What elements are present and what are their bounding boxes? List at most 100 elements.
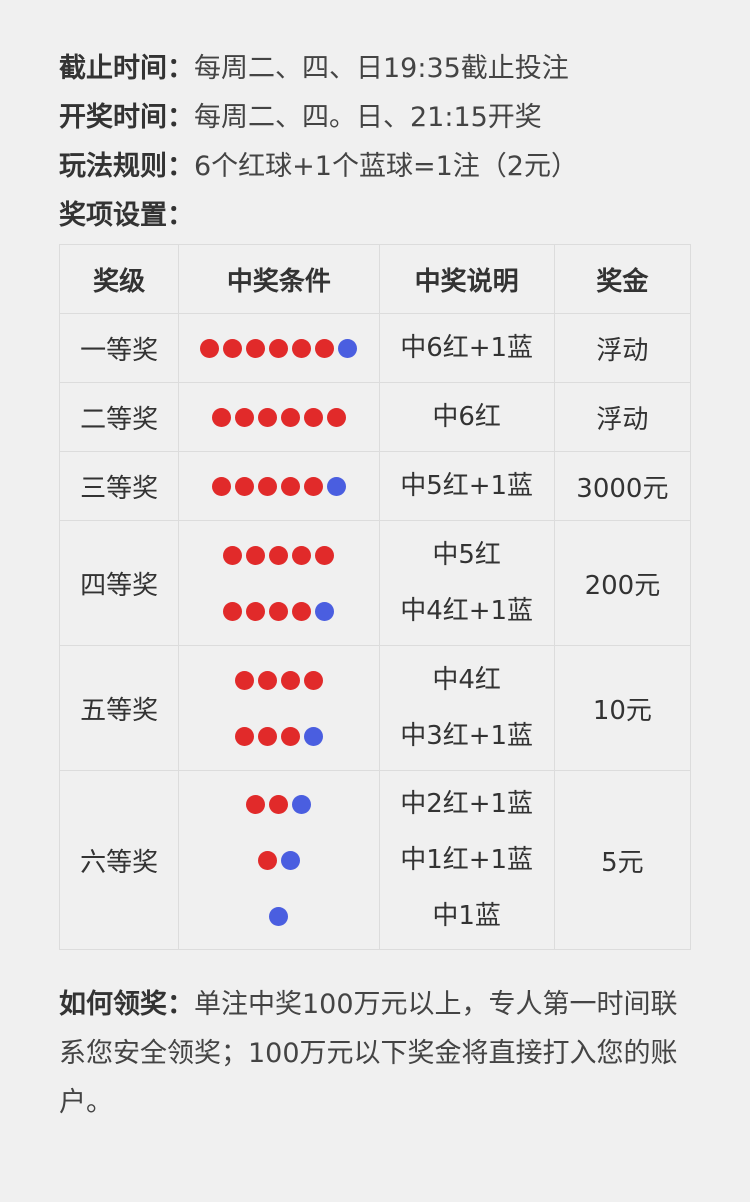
red-ball <box>269 601 289 621</box>
red-ball <box>246 794 266 814</box>
rules-value: 6个红球+1个蓝球=1注（2元） <box>194 151 578 182</box>
red-ball <box>280 407 300 427</box>
red-ball <box>292 601 312 621</box>
page-content: 截止时间：每周二、四、日19:35截止投注 开奖时间：每周二、四。日、21:15… <box>0 0 750 1127</box>
red-ball <box>211 407 231 427</box>
red-ball <box>246 338 266 358</box>
header-description: 中奖说明 <box>378 244 555 314</box>
red-ball <box>257 850 277 870</box>
prize-description: 中5红中4红+1蓝 <box>378 520 555 646</box>
prize-amount: 10元 <box>553 645 692 771</box>
ball-combination <box>179 389 378 445</box>
ball-combination <box>179 652 378 708</box>
red-ball <box>246 545 266 565</box>
red-ball <box>234 407 254 427</box>
prize-amount: 5元 <box>553 770 692 950</box>
prize-row: 四等奖 中5红 中4红+1蓝 200元 <box>58 520 692 646</box>
draw-time-line: 开奖时间：每周二、四。日、21:15开奖 <box>59 93 750 142</box>
prize-description-line: 中2红+1蓝 <box>400 789 534 819</box>
deadline-label: 截止时间： <box>59 53 194 84</box>
ball-combination <box>179 583 378 639</box>
blue-ball <box>338 338 358 358</box>
header-level: 奖级 <box>58 244 180 314</box>
blue-ball <box>269 906 289 926</box>
claim-label: 如何领奖： <box>59 989 194 1020</box>
red-ball <box>303 670 323 690</box>
red-ball <box>315 338 335 358</box>
ball-combination <box>179 527 378 583</box>
prize-description-line: 中4红 <box>432 665 501 695</box>
prize-table-body: 一等奖 中6红+1蓝 浮动 二等奖 中6红 浮动 三等奖 中5红+1蓝 3000元 四等奖 中5红中… <box>58 313 692 950</box>
header-prize: 奖金 <box>553 244 692 314</box>
prize-table-header-row: 奖级 中奖条件 中奖说明 奖金 <box>58 244 692 314</box>
prize-description-line: 中5红+1蓝 <box>400 471 534 501</box>
prize-row: 三等奖 中5红+1蓝 3000元 <box>58 451 692 521</box>
prize-level: 五等奖 <box>58 645 180 771</box>
red-ball <box>315 545 335 565</box>
deadline-line: 截止时间：每周二、四、日19:35截止投注 <box>59 44 750 93</box>
ball-combination <box>179 832 378 888</box>
red-ball <box>257 726 277 746</box>
prize-description-line: 中4红+1蓝 <box>400 596 534 626</box>
red-ball <box>257 670 277 690</box>
prize-description: 中4红中3红+1蓝 <box>378 645 555 771</box>
red-ball <box>257 407 277 427</box>
blue-ball <box>326 476 346 496</box>
ball-combination <box>179 888 378 944</box>
prizes-heading: 奖项设置： <box>59 200 194 231</box>
header-conditions: 中奖条件 <box>178 244 380 314</box>
prize-conditions <box>178 770 380 950</box>
red-ball <box>234 476 254 496</box>
draw-time-value: 每周二、四。日、21:15开奖 <box>194 102 542 133</box>
ball-combination <box>179 320 378 376</box>
prize-row: 二等奖 中6红 浮动 <box>58 382 692 452</box>
prize-level: 一等奖 <box>58 313 180 383</box>
prize-conditions <box>178 520 380 646</box>
prize-description-line: 中6红+1蓝 <box>400 333 534 363</box>
prize-amount: 浮动 <box>553 382 692 452</box>
prize-description: 中2红+1蓝 中1红+1蓝 中1蓝 <box>378 770 555 950</box>
red-ball <box>223 601 243 621</box>
prize-description-line: 中1蓝 <box>432 901 501 931</box>
prize-conditions <box>178 382 380 452</box>
red-ball <box>211 476 231 496</box>
prize-level: 四等奖 <box>58 520 180 646</box>
ball-combination <box>179 708 378 764</box>
red-ball <box>269 338 289 358</box>
deadline-value: 每周二、四、日19:35截止投注 <box>194 53 569 84</box>
prize-description: 中6红+1蓝 <box>378 313 555 383</box>
prize-description: 中5红+1蓝 <box>378 451 555 521</box>
red-ball <box>223 338 243 358</box>
claim-info: 如何领奖：单注中奖100万元以上，专人第一时间联系您安全领奖；100万元以下奖金… <box>59 980 679 1127</box>
prize-amount: 200元 <box>553 520 692 646</box>
prize-level: 六等奖 <box>58 770 180 950</box>
red-ball <box>223 545 243 565</box>
ball-combination <box>179 458 378 514</box>
red-ball <box>280 726 300 746</box>
prize-table: 奖级 中奖条件 中奖说明 奖金 一等奖 中6红+1蓝 浮动 二等奖 中6红 浮动 三等奖 中5… <box>58 244 692 950</box>
prize-amount: 浮动 <box>553 313 692 383</box>
prizes-heading-line: 奖项设置： <box>59 191 750 240</box>
red-ball <box>292 545 312 565</box>
red-ball <box>303 407 323 427</box>
prize-description-line: 中3红+1蓝 <box>400 721 534 751</box>
red-ball <box>280 476 300 496</box>
prize-conditions <box>178 645 380 771</box>
blue-ball <box>280 850 300 870</box>
prize-conditions <box>178 313 380 383</box>
prize-description-line: 中6红 <box>432 402 501 432</box>
blue-ball <box>292 794 312 814</box>
rules-line: 玩法规则：6个红球+1个蓝球=1注（2元） <box>59 142 750 191</box>
red-ball <box>269 545 289 565</box>
red-ball <box>326 407 346 427</box>
red-ball <box>246 601 266 621</box>
prize-row: 五等奖 中4红 中3红+1蓝 10元 <box>58 645 692 771</box>
rules-label: 玩法规则： <box>59 151 194 182</box>
red-ball <box>292 338 312 358</box>
prize-row: 六等奖 中2红+1蓝 中1红+1蓝 中1蓝 5元 <box>58 770 692 950</box>
prize-conditions <box>178 451 380 521</box>
prize-row: 一等奖 中6红+1蓝 浮动 <box>58 313 692 383</box>
prize-description-line: 中5红 <box>432 540 501 570</box>
red-ball <box>269 794 289 814</box>
red-ball <box>257 476 277 496</box>
